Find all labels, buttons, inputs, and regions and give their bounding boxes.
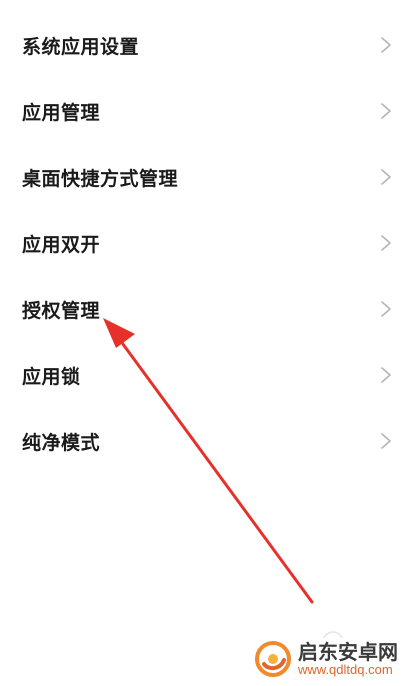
chevron-right-icon [380, 366, 392, 384]
menu-item-label: 桌面快捷方式管理 [22, 167, 179, 190]
chevron-right-icon [380, 36, 392, 54]
menu-item-label: 系统应用设置 [22, 35, 140, 58]
chevron-right-icon [380, 168, 392, 186]
menu-item-label: 应用锁 [22, 365, 81, 388]
menu-item-app-management[interactable]: 应用管理 [0, 78, 406, 144]
chevron-right-icon [380, 432, 392, 450]
menu-item-label: 应用管理 [22, 101, 101, 124]
menu-item-authorization-management[interactable]: 授权管理 [0, 276, 406, 342]
menu-item-label: 授权管理 [22, 299, 101, 322]
menu-item-dual-apps[interactable]: 应用双开 [0, 210, 406, 276]
chevron-right-icon [380, 234, 392, 252]
menu-item-pure-mode[interactable]: 纯净模式 [0, 408, 406, 474]
menu-item-desktop-shortcut-management[interactable]: 桌面快捷方式管理 [0, 144, 406, 210]
menu-item-app-lock[interactable]: 应用锁 [0, 342, 406, 408]
watermark-name: 启东安卓网 [298, 639, 398, 664]
menu-item-label: 纯净模式 [22, 431, 101, 454]
qidian-logo-icon [255, 641, 291, 677]
chevron-right-icon [380, 102, 392, 120]
menu-item-label: 应用双开 [22, 233, 101, 256]
chevron-right-icon [380, 300, 392, 318]
menu-item-system-app-settings[interactable]: 系统应用设置 [0, 12, 406, 78]
watermark-url: www.qdltdq.com [298, 661, 393, 677]
settings-menu-list: 系统应用设置 应用管理 桌面快捷方式管理 应用双开 授权管理 应用锁 纯净模式 [0, 12, 406, 474]
watermark: 启东安卓网 www.qdltdq.com [254, 640, 398, 678]
